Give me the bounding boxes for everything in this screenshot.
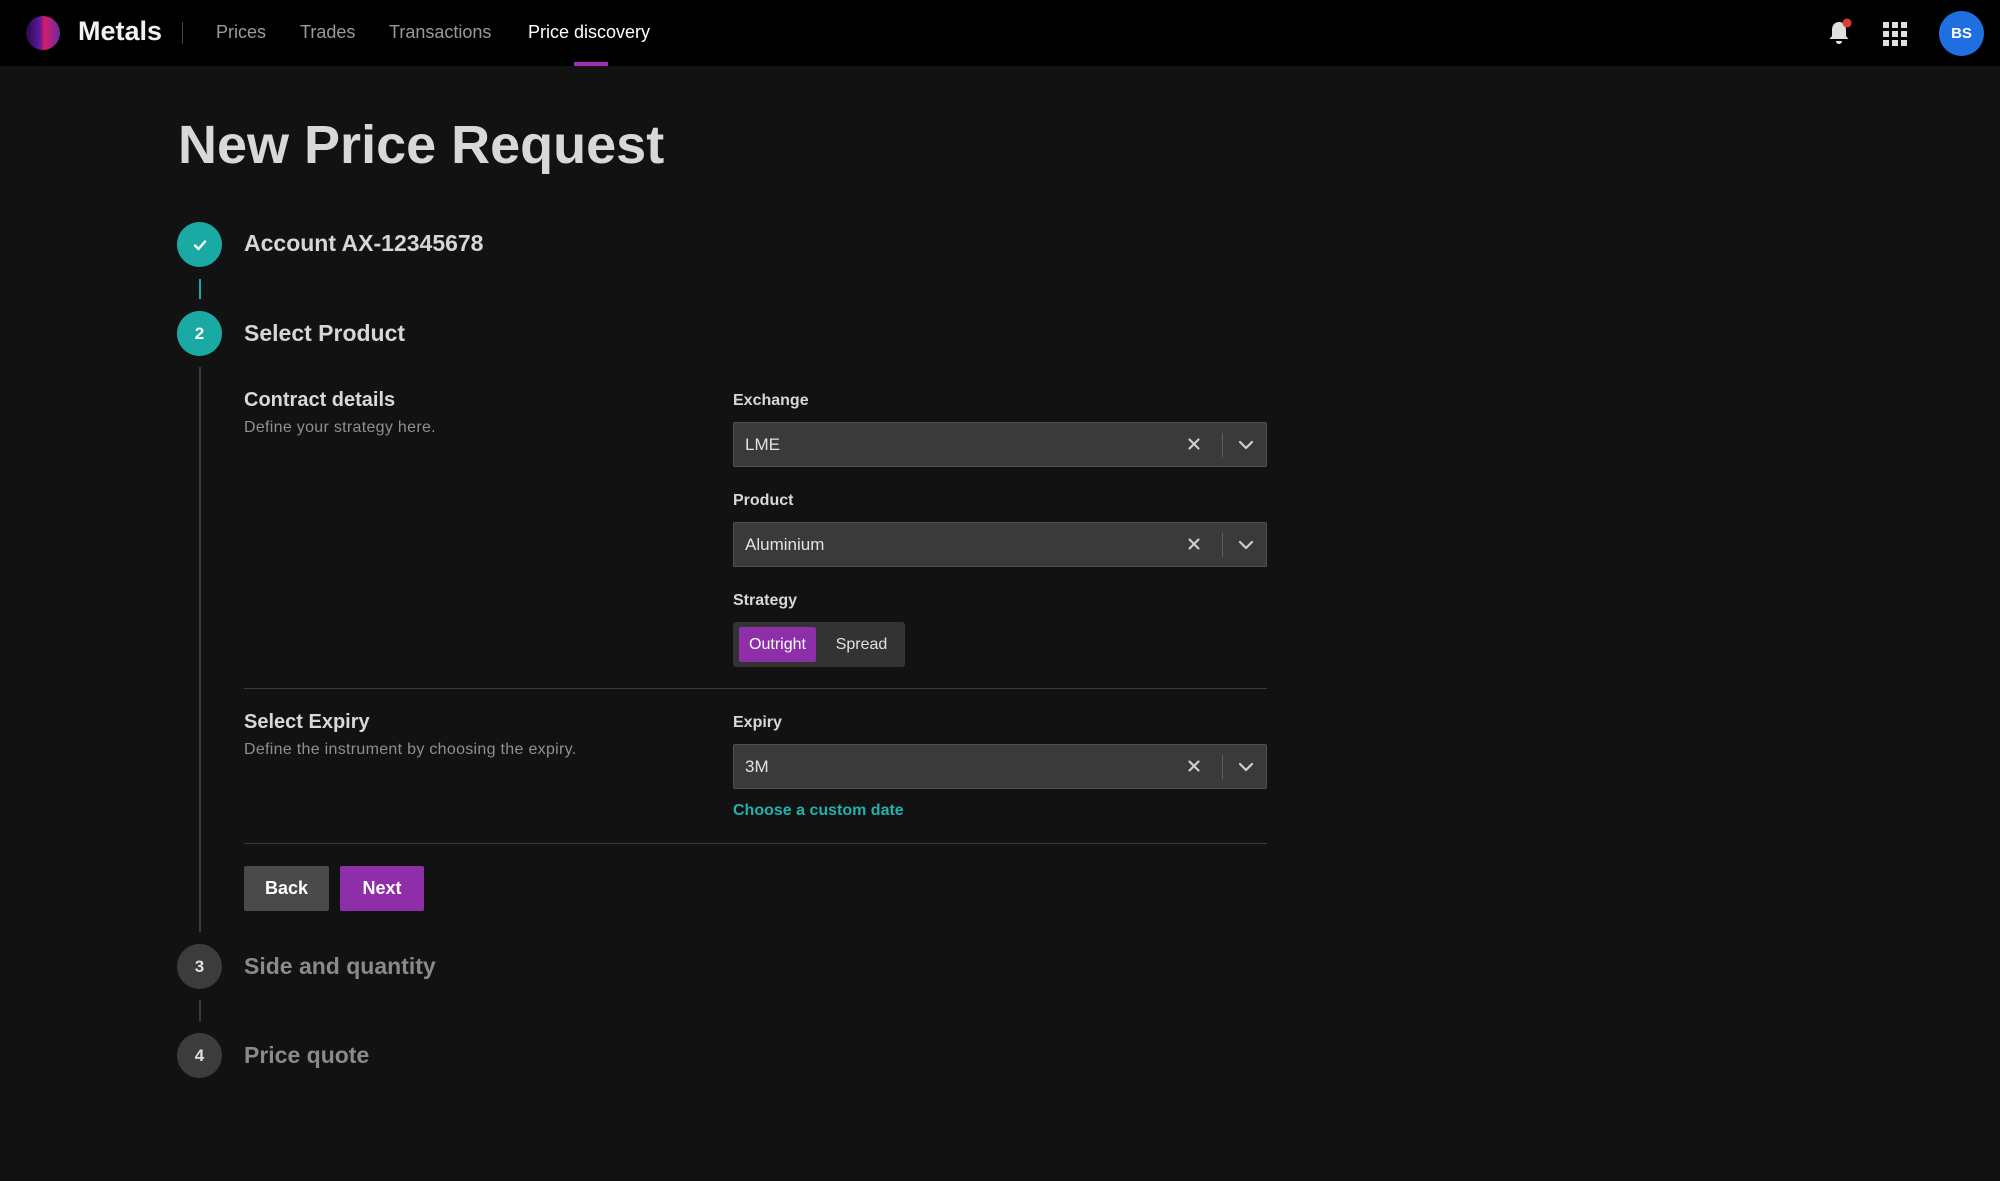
user-avatar[interactable]: BS	[1939, 11, 1984, 56]
step-4-circle: 4	[177, 1033, 222, 1078]
clear-icon[interactable]	[1183, 755, 1205, 777]
strategy-outright-button[interactable]: Outright	[739, 627, 816, 662]
select-separator	[1222, 755, 1223, 779]
checkmark-icon	[193, 239, 206, 250]
brand-divider	[182, 22, 183, 44]
step-3-title: Side and quantity	[244, 953, 436, 979]
expiry-value: 3M	[745, 757, 769, 776]
step-1-complete-circle	[177, 222, 222, 267]
step-connector	[199, 1000, 201, 1022]
nav-price-discovery[interactable]: Price discovery	[528, 22, 650, 43]
notification-dot-icon	[1842, 18, 1852, 28]
active-nav-indicator	[574, 62, 608, 66]
top-navigation-bar: Metals Prices Trades Transactions Price …	[0, 0, 2000, 66]
contract-details-subtitle: Define your strategy here.	[244, 419, 436, 436]
metals-logo-icon[interactable]	[26, 16, 60, 50]
expiry-label: Expiry	[733, 714, 782, 731]
step-connector	[199, 279, 201, 299]
step-2-circle: 2	[177, 311, 222, 356]
back-button[interactable]: Back	[244, 866, 329, 911]
strategy-label: Strategy	[733, 592, 798, 609]
expiry-select[interactable]: 3M	[733, 744, 1267, 789]
strategy-toggle: Outright Spread	[733, 622, 905, 667]
step-4-title: Price quote	[244, 1042, 370, 1068]
app-brand[interactable]: Metals	[78, 16, 162, 47]
nav-prices[interactable]: Prices	[216, 22, 266, 43]
clear-icon[interactable]	[1183, 533, 1205, 555]
app-window: Metals Prices Trades Transactions Price …	[0, 0, 2000, 1181]
contract-details-title: Contract details	[244, 389, 396, 411]
select-expiry-title: Select Expiry	[244, 711, 370, 733]
product-label: Product	[733, 492, 794, 509]
apps-grid-icon[interactable]	[1881, 20, 1909, 48]
chevron-down-icon[interactable]	[1234, 533, 1258, 557]
product-select[interactable]: Aluminium	[733, 522, 1267, 567]
strategy-spread-button[interactable]: Spread	[823, 627, 900, 662]
exchange-label: Exchange	[733, 392, 809, 409]
step-3-circle: 3	[177, 944, 222, 989]
section-divider	[244, 688, 1267, 689]
exchange-select[interactable]: LME	[733, 422, 1267, 467]
chevron-down-icon[interactable]	[1234, 755, 1258, 779]
product-value: Aluminium	[745, 535, 825, 554]
chevron-down-icon[interactable]	[1234, 433, 1258, 457]
select-separator	[1222, 433, 1223, 457]
step-2-connector	[199, 367, 201, 932]
step-2-title: Select Product	[244, 320, 406, 346]
step-1-title[interactable]: Account AX-12345678	[244, 230, 483, 257]
nav-trades[interactable]: Trades	[300, 22, 355, 43]
nav-transactions[interactable]: Transactions	[389, 22, 491, 43]
clear-icon[interactable]	[1183, 433, 1205, 455]
section-divider	[244, 843, 1267, 844]
exchange-value: LME	[745, 435, 780, 454]
custom-date-link[interactable]: Choose a custom date	[733, 802, 904, 820]
bell-icon[interactable]	[1824, 18, 1854, 48]
page-title: New Price Request	[178, 115, 665, 175]
select-expiry-subtitle: Define the instrument by choosing the ex…	[244, 741, 577, 758]
select-separator	[1222, 533, 1223, 557]
next-button[interactable]: Next	[340, 866, 424, 911]
